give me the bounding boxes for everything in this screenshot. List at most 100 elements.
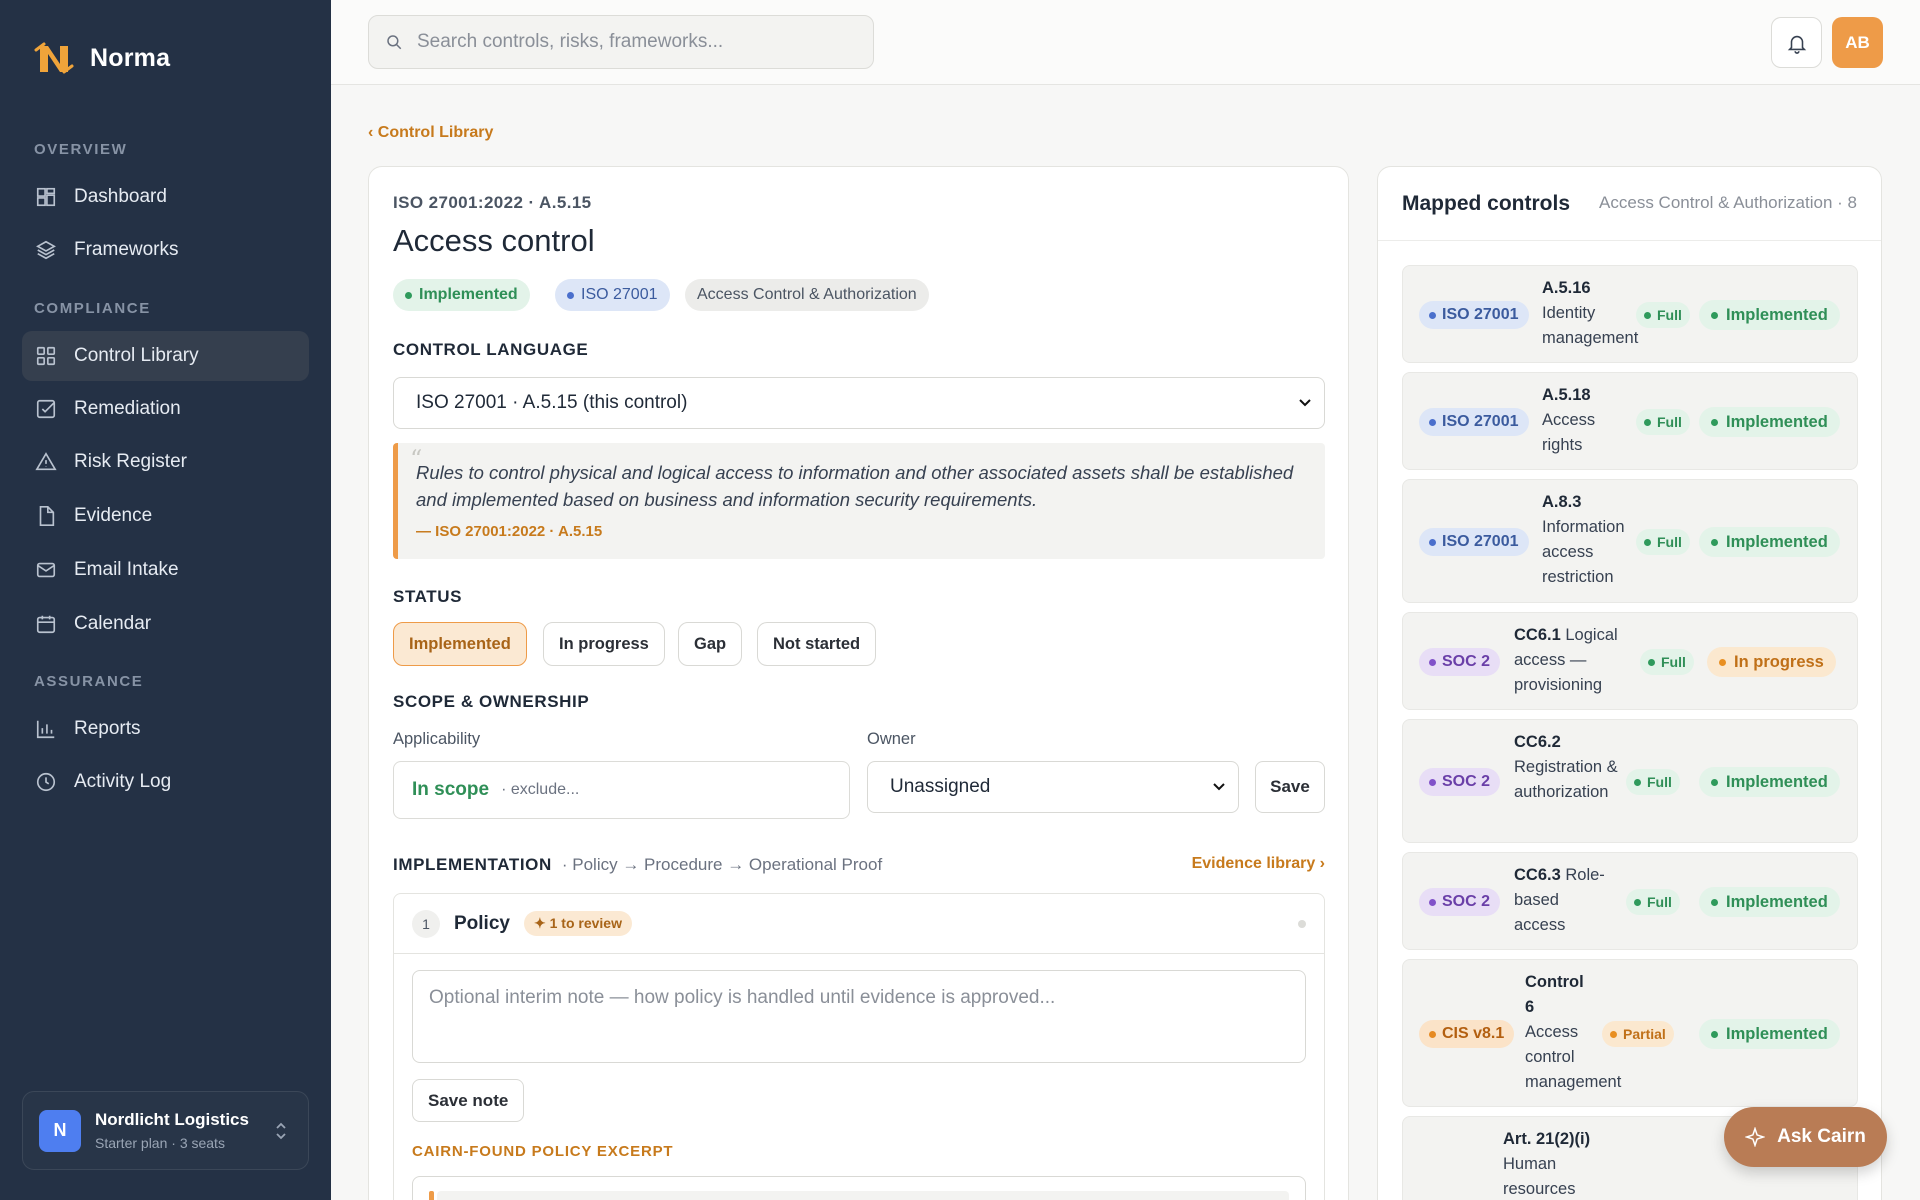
sidebar-item-email-intake[interactable]: Email Intake — [22, 545, 309, 595]
evidence-library-link[interactable]: Evidence library › — [1192, 855, 1325, 873]
coverage-dot-icon — [1634, 898, 1641, 906]
owner-label: Owner — [867, 730, 916, 748]
owner-select[interactable]: Unassigned — [867, 761, 1239, 813]
framework-dot-icon — [1429, 898, 1436, 906]
coverage-badge: Full — [1640, 649, 1694, 675]
mapped-status-badge: Implemented — [1699, 527, 1840, 557]
sidebar-item-dashboard[interactable]: Dashboard — [22, 172, 309, 222]
norma-logo-icon — [34, 42, 74, 74]
bar-chart-icon — [36, 720, 55, 739]
coverage-label: Full — [1647, 894, 1672, 910]
notifications-button[interactable] — [1771, 17, 1822, 68]
framework-dot-icon — [1429, 538, 1436, 546]
calendar-icon — [36, 615, 56, 634]
coverage-label: Full — [1657, 414, 1682, 430]
mapped-control-name: Registration & authorization — [1514, 758, 1618, 801]
sidebar-item-control-library[interactable]: Control Library — [22, 331, 309, 381]
sidebar-item-label: Remediation — [74, 398, 181, 419]
sidebar-item-label: Activity Log — [74, 771, 172, 792]
coverage-dot-icon — [1644, 418, 1651, 426]
clock-icon — [36, 772, 56, 792]
mapped-control-row[interactable]: ISO 27001 A.5.18 Access rights Full Imple… — [1402, 372, 1858, 470]
search-input[interactable] — [417, 31, 857, 53]
mapped-control-id: A.8.3 — [1542, 493, 1582, 511]
user-avatar[interactable]: AB — [1832, 17, 1883, 68]
nav-section-assurance: ASSURANCE — [34, 673, 144, 690]
status-option-implemented[interactable]: Implemented — [393, 622, 527, 666]
framework-dot-icon — [1429, 1030, 1436, 1038]
sidebar-item-evidence[interactable]: Evidence — [22, 491, 309, 541]
sidebar-item-remediation[interactable]: Remediation — [22, 384, 309, 434]
implementation-label: IMPLEMENTATION — [393, 855, 552, 874]
coverage-badge: Full — [1626, 769, 1680, 795]
control-ref: ISO 27001:2022 · A.5.15 — [393, 193, 592, 212]
save-button[interactable]: Save — [1255, 761, 1325, 813]
mapped-status-label: Implemented — [1726, 892, 1828, 911]
sidebar-item-risk-register[interactable]: Risk Register — [22, 437, 309, 487]
status-option-in-progress[interactable]: In progress — [543, 622, 665, 666]
mapped-control-row[interactable]: ISO 27001 A.5.16 Identity management Full… — [1402, 265, 1858, 363]
control-quote: “ Rules to control physical and logical … — [393, 443, 1325, 559]
sidebar-item-calendar[interactable]: Calendar — [22, 599, 309, 649]
mapped-control-text: CC6.2 Registration & authorization — [1514, 730, 1632, 805]
applicability-field[interactable]: In scope · exclude... — [393, 761, 850, 819]
mapped-control-id: CC6.1 — [1514, 626, 1561, 644]
sidebar-item-label: Control Library — [74, 345, 199, 366]
framework-dot-icon — [1429, 311, 1436, 319]
sidebar-item-reports[interactable]: Reports — [22, 704, 309, 754]
mapped-control-row[interactable]: SOC 2 CC6.2 Registration & authorization … — [1402, 719, 1858, 843]
org-avatar: N — [39, 1109, 81, 1152]
sidebar-item-label: Calendar — [74, 613, 152, 634]
framework-badge: ISO 27001 — [1419, 301, 1529, 329]
coverage-dot-icon — [1644, 538, 1651, 546]
framework-label: ISO 27001 — [1442, 306, 1519, 323]
mapped-status-badge: Implemented — [1699, 887, 1840, 917]
quote-source: — ISO 27001:2022 · A.5.15 — [416, 523, 603, 540]
framework-dot-icon — [1429, 778, 1436, 786]
framework-label: CIS v8.1 — [1442, 1025, 1505, 1042]
step-number: 1 — [412, 909, 440, 938]
status-dot-icon — [1711, 538, 1718, 546]
mapped-status-badge: Implemented — [1699, 1019, 1840, 1049]
framework-dot-icon — [567, 291, 574, 299]
coverage-dot-icon — [1648, 658, 1655, 666]
mapped-control-name: Identity management — [1542, 304, 1639, 347]
mapped-control-name: Human resources — [1503, 1155, 1576, 1198]
framework-badge: SOC 2 — [1419, 768, 1501, 796]
sidebar-item-frameworks[interactable]: Frameworks — [22, 225, 309, 275]
mapped-control-row[interactable]: SOC 2 CC6.1 Logical access — provisionin… — [1402, 612, 1858, 710]
status-option-gap[interactable]: Gap — [678, 622, 743, 666]
search-box[interactable] — [368, 15, 874, 69]
org-switcher[interactable]: N Nordlicht Logistics Starter plan · 3 s… — [22, 1091, 309, 1170]
mapped-status-label: Implemented — [1726, 1024, 1828, 1043]
mapped-control-row[interactable]: CIS v8.1 Control 6 Access control managem… — [1402, 959, 1858, 1107]
mapped-control-row[interactable]: SOC 2 CC6.3 Role-based access Full Imple… — [1402, 852, 1858, 950]
sidebar-item-label: Frameworks — [74, 239, 179, 260]
brand[interactable]: Norma — [34, 38, 170, 78]
coverage-label: Partial — [1623, 1026, 1666, 1042]
chevron-down-icon — [1299, 399, 1311, 407]
mapped-control-row[interactable]: ISO 27001 A.8.3 Information access restri… — [1402, 479, 1858, 603]
mapped-control-id: Control 6 — [1525, 973, 1584, 1016]
status-option-not-started[interactable]: Not started — [757, 622, 877, 666]
ask-cairn-button[interactable]: Ask Cairn — [1724, 1107, 1887, 1167]
framework-dot-icon — [1429, 418, 1436, 426]
mapped-control-id: A.5.16 — [1542, 279, 1591, 297]
policy-step-header[interactable]: 1 Policy ✦ 1 to review — [394, 894, 1324, 954]
file-icon — [39, 506, 55, 526]
interim-note-textarea[interactable] — [412, 970, 1306, 1063]
control-language-label: CONTROL LANGUAGE — [393, 340, 589, 359]
quote-text: Rules to control physical and logical ac… — [416, 462, 1294, 510]
topbar: AB — [331, 0, 1920, 85]
control-language-select[interactable]: ISO 27001 · A.5.15 (this control) — [393, 377, 1325, 429]
policy-step-panel: 1 Policy ✦ 1 to review Save note CAIRN-F… — [393, 893, 1325, 1200]
save-note-button[interactable]: Save note — [412, 1079, 525, 1122]
mapped-status-label: Implemented — [1726, 532, 1828, 551]
mapped-control-text: Art. 21(2)(i) Human resources — [1503, 1127, 1613, 1200]
framework-label: ISO 27001 — [1442, 413, 1519, 430]
mapped-control-id: CC6.2 — [1514, 733, 1561, 751]
coverage-badge: Partial — [1602, 1021, 1674, 1047]
mapped-status-label: Implemented — [1726, 412, 1828, 431]
sidebar-item-activity-log[interactable]: Activity Log — [22, 757, 309, 807]
breadcrumb-control-library[interactable]: ‹ Control Library — [368, 124, 493, 142]
